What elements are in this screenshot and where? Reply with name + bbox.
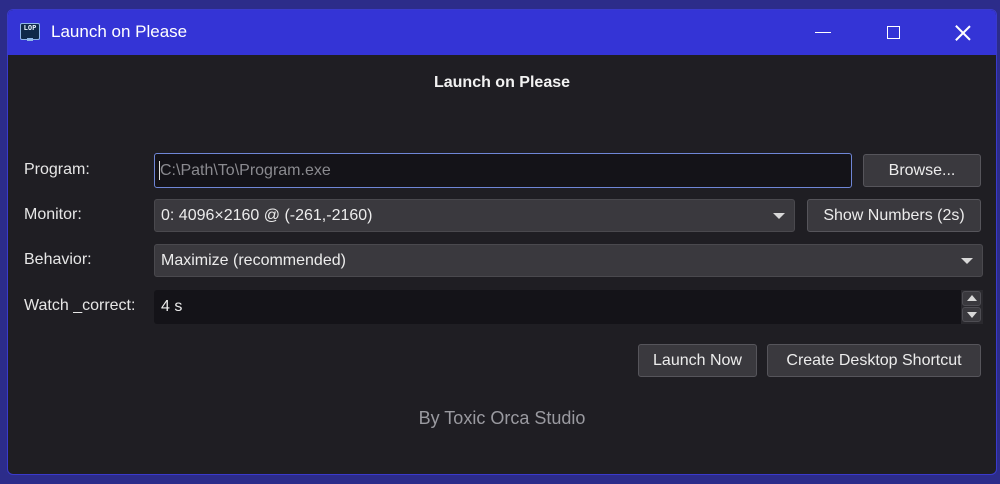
program-path-placeholder: C:\Path\To\Program.exe bbox=[160, 162, 331, 179]
window-title: Launch on Please bbox=[51, 22, 188, 41]
spin-up-icon[interactable] bbox=[962, 291, 981, 306]
title-bar[interactable]: LOP Launch on Please bbox=[8, 10, 996, 55]
app-window: LOP Launch on Please Launch on Please Pr… bbox=[7, 9, 997, 475]
spin-down-icon[interactable] bbox=[962, 307, 981, 322]
browse-button[interactable]: Browse... bbox=[863, 154, 981, 187]
program-path-input[interactable]: C:\Path\To\Program.exe bbox=[154, 153, 852, 188]
watch-correct-label: Watch _correct: bbox=[24, 297, 136, 314]
chevron-down-icon bbox=[961, 258, 973, 264]
launch-now-button[interactable]: Launch Now bbox=[638, 344, 757, 377]
minimize-icon bbox=[815, 31, 831, 34]
footer-credit: By Toxic Orca Studio bbox=[418, 408, 586, 428]
minimize-button[interactable] bbox=[788, 10, 858, 55]
show-numbers-button[interactable]: Show Numbers (2s) bbox=[807, 199, 981, 232]
app-icon: LOP bbox=[20, 23, 40, 41]
close-button[interactable] bbox=[928, 10, 996, 55]
chevron-down-icon bbox=[773, 213, 785, 219]
watch-correct-spinbox[interactable]: 4 s bbox=[154, 290, 983, 324]
watch-correct-value: 4 s bbox=[161, 298, 183, 315]
close-icon bbox=[955, 25, 971, 41]
app-icon-text: LOP bbox=[23, 24, 37, 32]
page-title: Launch on Please bbox=[433, 74, 571, 91]
behavior-select[interactable]: Maximize (recommended) bbox=[154, 244, 983, 277]
monitor-selected-value: 0: 4096×2160 @ (-261,-2160) bbox=[161, 207, 373, 224]
behavior-selected-value: Maximize (recommended) bbox=[161, 252, 346, 269]
create-desktop-shortcut-button[interactable]: Create Desktop Shortcut bbox=[767, 344, 981, 377]
program-label: Program: bbox=[24, 161, 90, 178]
monitor-select[interactable]: 0: 4096×2160 @ (-261,-2160) bbox=[154, 199, 795, 232]
maximize-icon bbox=[886, 26, 900, 39]
maximize-button[interactable] bbox=[858, 10, 928, 55]
app-icon-stand bbox=[27, 38, 33, 41]
behavior-label: Behavior: bbox=[24, 251, 92, 268]
spinbox-buttons bbox=[961, 290, 983, 324]
monitor-label: Monitor: bbox=[24, 206, 82, 223]
